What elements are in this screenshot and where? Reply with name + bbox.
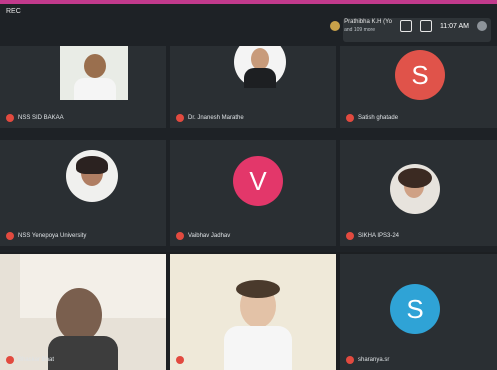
participant-tile[interactable] — [170, 254, 336, 370]
participant-avatar-photo — [66, 150, 118, 202]
participant-face — [84, 54, 106, 78]
mic-muted-icon — [6, 114, 14, 122]
people-icon[interactable] — [399, 20, 412, 32]
participant-tile[interactable]: SIKHA IPS3-24 — [340, 140, 497, 246]
mic-muted-icon — [176, 356, 184, 364]
participant-body — [74, 78, 116, 100]
video-call-screen: REC Prathibha K.H (Yo and 109 more 11:07… — [0, 0, 497, 370]
mic-muted-icon — [176, 232, 184, 240]
participant-initial-avatar: S — [395, 50, 445, 100]
participant-label: Dr. Jnanesh Marathe — [176, 114, 244, 122]
participant-label — [176, 356, 188, 364]
presenter-name: Prathibha K.H (Yo — [344, 19, 392, 25]
presenter-avatar-icon — [330, 21, 341, 31]
meeting-status: Prathibha K.H (Yo and 109 more 11:07 AM — [330, 18, 487, 34]
participant-tile[interactable]: Dr. Jnanesh Marathe — [170, 46, 336, 128]
participant-label: Satish ghatade — [346, 114, 398, 122]
participant-tile[interactable]: NSS Yenepoya University — [0, 140, 166, 246]
presenter-chip[interactable]: Prathibha K.H (Yo and 109 more — [330, 18, 392, 34]
participant-label: Bhaskar Bhat — [6, 356, 54, 364]
participant-tile[interactable]: NSS SID BAKAA — [0, 46, 166, 128]
time-display: 11:07 AM — [439, 22, 469, 30]
participant-tile[interactable]: V Vaibhav Jadhav — [170, 140, 336, 246]
mic-muted-icon — [346, 114, 354, 122]
participant-label: NSS SID BAKAA — [6, 114, 64, 122]
mic-muted-icon — [176, 114, 184, 122]
participant-body — [48, 336, 118, 370]
recording-indicator: REC — [6, 8, 21, 15]
mic-muted-icon — [6, 356, 14, 364]
participant-label: Vaibhav Jadhav — [176, 232, 230, 240]
participant-tile[interactable]: S Satish ghatade — [340, 46, 497, 128]
participant-hair — [76, 156, 108, 174]
account-icon[interactable] — [477, 21, 487, 31]
participant-label: sharanya.sr — [346, 356, 389, 364]
presenter-sub: and 109 more — [344, 27, 375, 33]
participant-label: NSS Yenepoya University — [6, 232, 86, 240]
participant-body — [224, 326, 292, 370]
participant-face — [56, 288, 102, 342]
participant-avatar-photo — [390, 164, 440, 214]
participant-hair — [236, 280, 280, 298]
mic-muted-icon — [346, 232, 354, 240]
participant-hair — [398, 168, 432, 188]
mic-muted-icon — [346, 356, 354, 364]
mic-muted-icon — [6, 232, 14, 240]
participant-avatar-photo — [234, 46, 286, 88]
participant-suit — [244, 68, 276, 88]
participant-face — [251, 48, 269, 70]
participant-tile[interactable]: S sharanya.sr — [340, 254, 497, 370]
top-accent-bar — [0, 0, 497, 4]
participant-video — [60, 46, 128, 100]
participant-initial-avatar: V — [233, 156, 283, 206]
participant-initial-avatar: S — [390, 284, 440, 334]
chat-icon[interactable] — [419, 20, 432, 32]
participant-label: SIKHA IPS3-24 — [346, 232, 399, 240]
participant-tile[interactable]: Bhaskar Bhat — [0, 254, 166, 370]
